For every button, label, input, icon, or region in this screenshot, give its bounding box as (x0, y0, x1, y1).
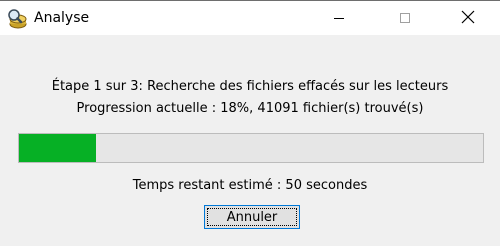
cancel-button[interactable]: Annuler (204, 205, 300, 229)
step-label: Étape 1 sur 3: Recherche des fichiers ef… (51, 79, 449, 94)
close-icon (461, 9, 475, 28)
title-bar[interactable]: Analyse (0, 1, 500, 35)
maximize-icon (399, 9, 411, 28)
minimize-button[interactable] (316, 1, 362, 35)
close-button[interactable] (445, 1, 491, 35)
analysis-dialog: Analyse Étape 1 sur 3: Recherche des fic… (0, 0, 500, 246)
cancel-button-label: Annuler (226, 209, 278, 225)
progress-label: Progression actuelle : 18%, 41091 fichie… (76, 101, 424, 116)
time-remaining-label: Temps restant estimé : 50 secondes (132, 178, 368, 193)
minimize-icon (333, 9, 345, 28)
progress-bar-fill (19, 134, 96, 162)
window-title: Analyse (34, 10, 90, 26)
maximize-button[interactable] (382, 1, 428, 35)
progress-bar (18, 133, 484, 163)
analysis-app-icon (6, 8, 28, 30)
